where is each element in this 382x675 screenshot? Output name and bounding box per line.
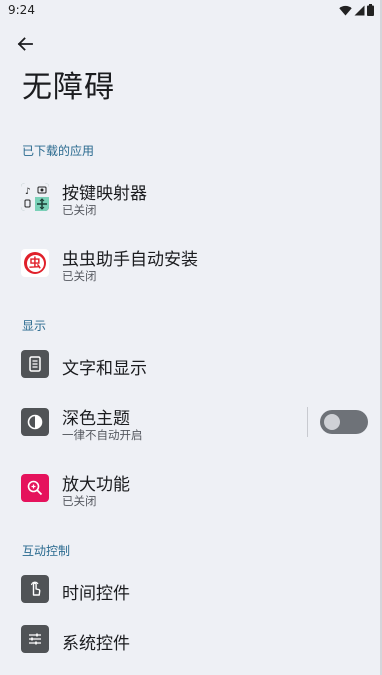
sliders-icon [21, 625, 49, 653]
section-header-interaction-controls: 互动控制 [22, 544, 71, 558]
list-item-dark-theme[interactable]: 深色主题 一律不自动开启 [0, 392, 300, 452]
chongchong-app-icon: 虫 [21, 249, 49, 277]
item-title: 深色主题 [62, 409, 130, 429]
cellular-signal-icon [354, 5, 365, 15]
status-bar: 9:24 [0, 0, 382, 22]
arrow-back-icon [17, 37, 33, 51]
item-title: 时间控件 [62, 584, 130, 604]
page-title: 无障碍 [22, 70, 115, 105]
key-mapper-app-icon: ♪ [21, 183, 49, 211]
touch-hand-icon [21, 575, 49, 603]
contrast-icon [21, 408, 49, 436]
back-button[interactable] [10, 30, 40, 58]
wifi-icon [339, 5, 352, 15]
svg-text:♪: ♪ [25, 187, 31, 197]
item-subtitle: 已关闭 [62, 494, 97, 508]
battery-icon [367, 4, 374, 16]
item-subtitle: 已关闭 [62, 203, 97, 217]
section-header-downloaded-apps: 已下载的应用 [22, 144, 95, 158]
list-item-system-controls[interactable]: 系统控件 [0, 610, 382, 670]
item-title: 虫虫助手自动安装 [62, 250, 198, 270]
item-title: 系统控件 [62, 634, 130, 654]
list-item-text-and-display[interactable]: 文字和显示 [0, 334, 382, 394]
dark-theme-toggle[interactable] [320, 410, 368, 434]
toggle-knob [324, 414, 340, 430]
list-item-chongchong-auto-install[interactable]: 虫 虫虫助手自动安装 已关闭 [0, 232, 382, 292]
item-title: 按键映射器 [62, 184, 147, 204]
status-icons [339, 4, 374, 16]
item-title: 放大功能 [62, 475, 130, 495]
item-title: 文字和显示 [62, 359, 147, 379]
list-item-magnification[interactable]: 放大功能 已关闭 [0, 458, 382, 518]
item-subtitle: 已关闭 [62, 269, 97, 283]
status-time: 9:24 [8, 3, 35, 17]
text-display-icon [21, 350, 49, 378]
toggle-divider [307, 407, 308, 437]
list-item-key-mapper[interactable]: ♪ 按键映射器 已关闭 [0, 166, 382, 226]
item-subtitle: 一律不自动开启 [62, 428, 143, 442]
zoom-in-icon [21, 474, 49, 502]
section-header-display: 显示 [22, 319, 47, 333]
